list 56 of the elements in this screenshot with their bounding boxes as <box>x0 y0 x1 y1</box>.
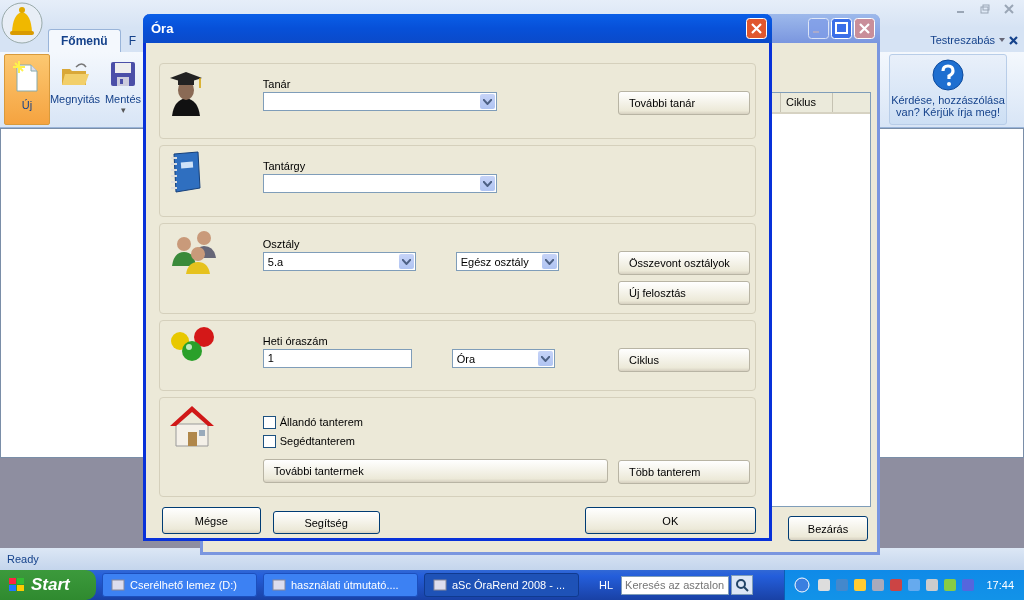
dropdown-field[interactable]: Óra <box>451 349 555 368</box>
dropdown-field[interactable]: 5.a <box>262 252 416 271</box>
notebook-icon <box>168 150 202 194</box>
close-icon[interactable] <box>1009 35 1018 45</box>
toolbar-button[interactable]: Megnyitás <box>52 54 98 125</box>
more-rooms-button[interactable]: További tantermek <box>262 459 608 483</box>
window-icon <box>111 579 125 591</box>
toolbar-button[interactable]: Mentés ▾ <box>100 54 146 125</box>
clock: 17:44 <box>986 579 1014 591</box>
ok-button[interactable]: OK <box>584 507 756 534</box>
language-indicator[interactable]: HL <box>599 579 614 591</box>
tray-icons-drawing[interactable] <box>794 577 975 593</box>
action-button[interactable]: Összevont osztályok <box>618 251 750 275</box>
status-text: Ready <box>7 553 39 565</box>
checkbox[interactable]: Állandó tanterem <box>262 414 614 430</box>
search-field[interactable]: Keresés az asztalon <box>621 575 730 595</box>
action-button[interactable]: További tanár <box>618 91 750 115</box>
field-label: Tanár <box>262 78 292 90</box>
cancel-button[interactable]: Mégse <box>162 507 261 534</box>
search-icon[interactable] <box>731 575 754 595</box>
checkbox-label: Állandó tanterem <box>279 416 363 428</box>
field-label: Tantárgy <box>263 160 307 172</box>
help-button[interactable]: Segítség <box>272 511 380 534</box>
window-icon <box>433 579 447 591</box>
ribbon-tab[interactable]: Főmenü <box>48 29 121 52</box>
checkbox[interactable]: Segédtanterem <box>262 433 614 449</box>
dropdown-field[interactable]: Egész osztály <box>455 252 559 271</box>
restore-icon[interactable] <box>980 4 990 14</box>
feedback-button[interactable]: Kérdése, hozzászólása van? Kérjük írja meg! <box>889 54 1007 125</box>
action-button[interactable]: Új felosztás <box>618 281 750 305</box>
folder-icon <box>60 61 90 87</box>
start-button[interactable]: Start <box>0 570 96 600</box>
dropdown-field[interactable] <box>262 92 497 111</box>
minimize-icon[interactable] <box>808 18 829 39</box>
window-icon <box>272 579 286 591</box>
taskbar-button[interactable]: Cserélhető lemez (D:) <box>102 573 257 597</box>
column-header[interactable]: Ciklus <box>780 93 833 112</box>
field-label: Osztály <box>262 238 301 250</box>
taskbar-button[interactable]: használati útmutató.... <box>263 573 418 597</box>
new-document-icon <box>13 61 41 93</box>
dropdown-field[interactable] <box>263 174 497 193</box>
dialog-title: Óra <box>151 21 175 36</box>
customize-menu[interactable]: Testreszabás <box>930 34 995 46</box>
help-icon <box>932 59 964 91</box>
close-button[interactable]: Bezárás <box>788 516 868 541</box>
toolbar-button[interactable]: Új <box>4 54 50 125</box>
action-button[interactable]: Ciklus <box>618 348 750 372</box>
windows-logo-icon <box>8 577 26 593</box>
input-field[interactable]: 1 <box>262 349 412 368</box>
dropdown-arrow-icon <box>999 38 1005 42</box>
action-button[interactable]: Több tanterem <box>618 460 750 484</box>
checkbox-label: Segédtanterem <box>279 435 355 447</box>
ribbon-tab[interactable]: F <box>120 30 137 52</box>
field-label: Heti óraszám <box>262 335 329 347</box>
maximize-icon[interactable] <box>831 18 852 39</box>
taskbar-button[interactable]: aSc ÓraRend 2008 - ... <box>424 573 579 597</box>
